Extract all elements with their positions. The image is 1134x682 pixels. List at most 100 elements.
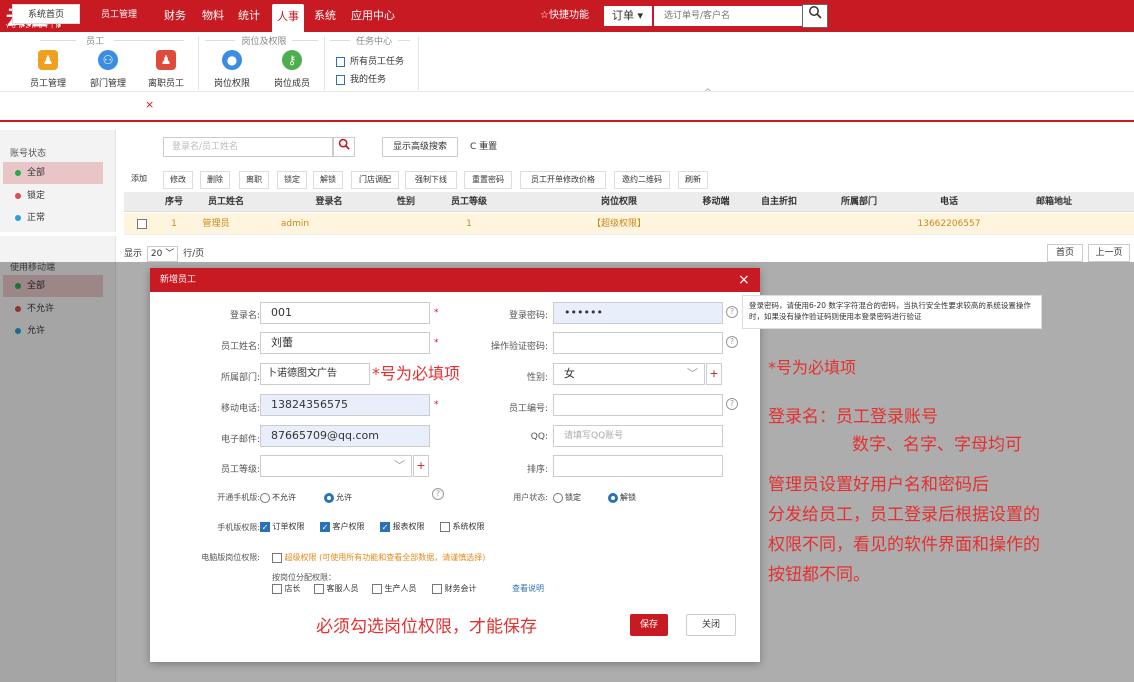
employee-search-button[interactable] — [333, 137, 355, 157]
mobile-version-disallow-radio[interactable]: 不允许 — [260, 492, 296, 503]
row-number: 1 — [171, 219, 177, 229]
my-tasks-link[interactable]: 我的任务 — [336, 72, 386, 85]
level-select[interactable]: ﹀ — [260, 455, 412, 477]
ribbon-separator — [418, 36, 419, 90]
page-tabs — [0, 98, 1134, 122]
menu-item-statistics[interactable]: 统计 — [234, 0, 264, 32]
invite-qrcode-button[interactable]: 邀约二维码 — [614, 171, 670, 189]
login-name-input[interactable]: 001 — [260, 302, 430, 324]
add-level-button[interactable]: + — [413, 455, 429, 477]
post-permission-button[interactable]: ● 岗位权限 — [205, 50, 259, 89]
add-gender-button[interactable]: + — [706, 363, 722, 385]
tab-close-icon[interactable]: × — [145, 98, 154, 111]
post-member-button[interactable]: ⚷ 岗位成员 — [265, 50, 319, 89]
column-header[interactable]: 邮箱地址 — [1004, 192, 1104, 212]
post-service-checkbox[interactable]: 客服人员 — [314, 583, 359, 594]
close-button[interactable]: 关闭 — [686, 614, 736, 636]
menu-item-hr[interactable]: 人事 — [272, 4, 304, 32]
prev-page-button[interactable]: 上一页 — [1088, 244, 1130, 262]
reset-password-button[interactable]: 重置密码 — [464, 171, 512, 189]
column-header[interactable]: 自主折扣 — [744, 192, 814, 212]
lock-button[interactable]: 锁定 — [277, 171, 307, 189]
quick-functions-link[interactable]: ☆快捷功能 — [540, 0, 589, 32]
user-status-unlock-radio[interactable]: 解锁 — [608, 492, 636, 503]
email-input[interactable]: 87665709@qq.com — [260, 425, 430, 447]
group-divider — [330, 40, 350, 41]
collapse-ribbon-icon[interactable]: ^ — [704, 88, 712, 98]
mobile-phone-input[interactable]: 13824356575 — [260, 394, 430, 416]
super-permission-checkbox[interactable]: 超级权限 (可使用所有功能和查看全部数据，请谨慎选择) — [272, 552, 485, 563]
column-header[interactable]: 序号 — [154, 192, 194, 212]
employee-manage-button[interactable]: ♟ 员工管理 — [21, 50, 75, 89]
system-permission-checkbox[interactable]: 系统权限 — [440, 521, 485, 532]
employee-number-input[interactable] — [553, 394, 723, 416]
tab-employee-manage[interactable]: 员工管理 — [86, 4, 152, 24]
menu-item-app-center[interactable]: 应用中心 — [348, 0, 398, 32]
column-header[interactable]: 登录名 — [284, 192, 374, 212]
department-select[interactable]: 卜诺德图文广告 — [260, 363, 370, 385]
price-edit-button[interactable]: 员工开单修改价格 — [520, 171, 606, 189]
menu-item-system[interactable]: 系统 — [310, 0, 340, 32]
column-header[interactable]: 电话 — [904, 192, 994, 212]
view-description-link[interactable]: 查看说明 — [512, 583, 544, 594]
customer-permission-checkbox[interactable]: ✓ 客户权限 — [320, 521, 365, 532]
all-employee-tasks-link[interactable]: 所有员工任务 — [336, 54, 404, 67]
page-size-select[interactable]: 20 ﹀ — [146, 246, 179, 262]
order-permission-checkbox[interactable]: ✓ 订单权限 — [260, 521, 305, 532]
user-status-lock-radio[interactable]: 锁定 — [553, 492, 581, 503]
column-header[interactable]: 员工等级 — [434, 192, 504, 212]
column-header[interactable]: 移动端 — [686, 192, 746, 212]
resigned-employee-button[interactable]: ♟ 离职员工 — [139, 50, 193, 89]
column-header[interactable]: 所属部门 — [824, 192, 894, 212]
verify-password-input[interactable] — [553, 332, 723, 354]
employee-name-input[interactable]: 刘蕾 — [260, 332, 430, 354]
help-icon[interactable]: ? — [726, 398, 738, 410]
help-icon[interactable]: ? — [726, 306, 738, 318]
filter-status-all[interactable]: 全部 — [3, 162, 103, 184]
unlock-button[interactable]: 解锁 — [313, 171, 343, 189]
sort-input[interactable] — [553, 455, 723, 477]
column-header[interactable]: 员工姓名 — [196, 192, 256, 212]
delete-button[interactable]: 删除 — [200, 171, 230, 189]
column-header[interactable]: 性别 — [386, 192, 426, 212]
mobile-version-allow-radio[interactable]: 允许 — [324, 492, 352, 503]
force-logout-button[interactable]: 强制下线 — [405, 171, 457, 189]
annotation-admin-line-3: 权限不同，看见的软件界面和操作的 — [768, 535, 1040, 555]
qq-input[interactable]: 请填写QQ账号 — [553, 425, 723, 447]
org-chart-icon: ⚇ — [98, 50, 118, 70]
edit-button[interactable]: 修改 — [163, 171, 193, 189]
password-input[interactable]: •••••• — [553, 302, 723, 324]
table-row[interactable]: 1 管理员 admin 1 【超级权限】 13662206557 — [124, 213, 1134, 235]
dialog-close-icon[interactable]: × — [738, 268, 750, 292]
ribbon-separator — [198, 36, 199, 90]
gender-select[interactable]: 女 ﹀ — [553, 363, 705, 385]
reset-button[interactable]: C 重置 — [470, 137, 497, 157]
post-finance-checkbox[interactable]: 财务会计 — [432, 583, 477, 594]
row-level: 1 — [466, 219, 472, 229]
refresh-button[interactable]: 刷新 — [678, 171, 708, 189]
filter-status-normal[interactable]: 正常 — [3, 207, 103, 229]
add-button[interactable]: 添加 — [124, 171, 154, 189]
row-checkbox[interactable] — [134, 213, 150, 235]
annotation-admin-line-4: 按钮都不同。 — [768, 565, 870, 585]
help-icon[interactable]: ? — [726, 336, 738, 348]
order-search-input[interactable] — [654, 6, 802, 26]
first-page-button[interactable]: 首页 — [1047, 244, 1083, 262]
employee-search-input[interactable]: 登录名/员工姓名 — [163, 137, 333, 157]
department-manage-button[interactable]: ⚇ 部门管理 — [81, 50, 135, 89]
post-production-checkbox[interactable]: 生产人员 — [372, 583, 417, 594]
menu-item-finance[interactable]: 财务 — [160, 0, 190, 32]
report-permission-checkbox[interactable]: ✓ 报表权限 — [380, 521, 425, 532]
store-transfer-button[interactable]: 门店调配 — [351, 171, 399, 189]
order-search-button[interactable] — [802, 4, 828, 28]
post-manager-checkbox[interactable]: 店长 — [272, 583, 301, 594]
save-button[interactable]: 保存 — [630, 614, 668, 636]
tab-system-home[interactable]: 系统首页 — [12, 4, 80, 24]
filter-status-locked[interactable]: 锁定 — [3, 185, 103, 207]
sidebar-divider — [0, 232, 116, 236]
annotation-must-check: 必须勾选岗位权限，才能保存 — [316, 617, 537, 637]
advanced-search-button[interactable]: 显示高级搜索 — [382, 137, 458, 157]
menu-item-materials[interactable]: 物料 — [198, 0, 228, 32]
order-type-select[interactable]: 订单 ▾ — [604, 6, 652, 26]
resign-button[interactable]: 离职 — [239, 171, 269, 189]
